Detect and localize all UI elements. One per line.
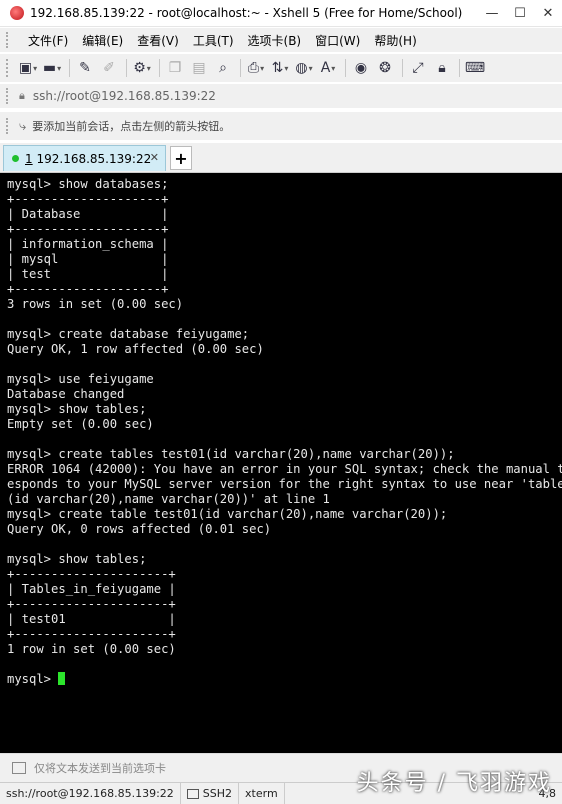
toolbar-separator bbox=[459, 59, 460, 77]
window-controls: — ☐ ✕ bbox=[478, 0, 562, 26]
compose-icon[interactable] bbox=[12, 762, 26, 774]
find-icon[interactable]: ⌕ bbox=[212, 57, 234, 79]
menu-grip[interactable] bbox=[6, 32, 11, 48]
hint-grip[interactable] bbox=[6, 118, 11, 134]
new-tab-button[interactable]: + bbox=[170, 146, 192, 170]
menu-window[interactable]: 窗口(W) bbox=[308, 32, 367, 49]
tab-close-icon[interactable]: ✕ bbox=[150, 151, 159, 164]
keyboard-icon[interactable]: ⌨ bbox=[464, 57, 486, 79]
connect-icon[interactable]: ✎ bbox=[74, 57, 96, 79]
close-icon[interactable]: ✕ bbox=[534, 0, 562, 26]
ssh-lock-icon bbox=[187, 789, 199, 799]
tab-label: 1 192.168.85.139:22 bbox=[25, 152, 151, 166]
transfer-icon[interactable]: ⇅ bbox=[269, 57, 291, 79]
toolbar: ▣ ▬ ✎ ✐ ⚙ ❐ ▤ ⌕ ⎙ ⇅ ◍ A ◉ ❂ ⤢ 🔒︎ ⌨ bbox=[0, 54, 562, 82]
terminal-area[interactable]: mysql> show databases; +----------------… bbox=[0, 173, 562, 753]
connected-status-icon bbox=[12, 155, 19, 162]
toolbar-grip[interactable] bbox=[6, 59, 11, 77]
status-protocol: SSH2 bbox=[181, 783, 239, 804]
terminal-prompt: mysql> bbox=[7, 672, 58, 686]
tab-session[interactable]: 1 192.168.85.139:22 ✕ bbox=[3, 145, 166, 171]
terminal-cursor bbox=[58, 672, 65, 685]
open-folder-icon[interactable]: ▬ bbox=[41, 57, 63, 79]
address-lock-icon: 🔒︎ bbox=[19, 89, 25, 103]
watermark-text: 头条号 / 飞羽游戏 bbox=[357, 765, 552, 797]
toolbar-separator bbox=[69, 59, 70, 77]
toolbar-separator bbox=[345, 59, 346, 77]
terminal-lines: mysql> show databases; +----------------… bbox=[7, 177, 562, 656]
menu-tools[interactable]: 工具(T) bbox=[186, 32, 241, 49]
add-session-arrow-icon[interactable]: ⤷ bbox=[19, 119, 26, 134]
address-input[interactable]: ssh://root@192.168.85.139:22 bbox=[33, 89, 216, 103]
tab-number: 1 bbox=[25, 152, 33, 166]
status-terminal-type: xterm bbox=[239, 783, 285, 804]
hint-text: 要添加当前会话，点击左侧的箭头按钮。 bbox=[32, 118, 230, 134]
globe-icon[interactable]: ◍ bbox=[293, 57, 315, 79]
window-title: 192.168.85.139:22 - root@localhost:~ - X… bbox=[30, 6, 462, 20]
menu-help[interactable]: 帮助(H) bbox=[367, 32, 423, 49]
status-connection: ssh://root@192.168.85.139:22 bbox=[0, 783, 181, 804]
xftp-icon[interactable]: ◉ bbox=[350, 57, 372, 79]
toolbar-separator bbox=[402, 59, 403, 77]
disconnect-icon[interactable]: ✐ bbox=[98, 57, 120, 79]
send-input[interactable]: 仅将文本发送到当前选项卡 bbox=[34, 760, 166, 776]
print-icon[interactable]: ⎙ bbox=[245, 57, 267, 79]
toolbar-separator bbox=[159, 59, 160, 77]
minimize-icon[interactable]: — bbox=[478, 0, 506, 26]
copy-icon[interactable]: ❐ bbox=[164, 57, 186, 79]
tab-bar: 1 192.168.85.139:22 ✕ + bbox=[0, 143, 562, 173]
status-protocol-text: SSH2 bbox=[203, 787, 232, 800]
toolbar-separator bbox=[126, 59, 127, 77]
address-bar: 🔒︎ ssh://root@192.168.85.139:22 bbox=[0, 84, 562, 108]
title-bar: 192.168.85.139:22 - root@localhost:~ - X… bbox=[0, 0, 562, 27]
tab-title: 192.168.85.139:22 bbox=[36, 152, 151, 166]
new-session-icon[interactable]: ▣ bbox=[17, 57, 39, 79]
menu-bar: 文件(F) 编辑(E) 查看(V) 工具(T) 选项卡(B) 窗口(W) 帮助(… bbox=[0, 28, 562, 52]
paste-icon[interactable]: ▤ bbox=[188, 57, 210, 79]
toolbar-separator bbox=[240, 59, 241, 77]
menu-edit[interactable]: 编辑(E) bbox=[75, 32, 130, 49]
address-grip[interactable] bbox=[6, 88, 11, 104]
script-icon[interactable]: ❂ bbox=[374, 57, 396, 79]
hint-bar: ⤷ 要添加当前会话，点击左侧的箭头按钮。 bbox=[0, 112, 562, 140]
properties-icon[interactable]: ⚙ bbox=[131, 57, 153, 79]
xshell-app-icon[interactable] bbox=[10, 6, 24, 20]
terminal-output: mysql> show databases; +----------------… bbox=[0, 173, 562, 687]
font-icon[interactable]: A bbox=[317, 57, 339, 79]
fullscreen-icon[interactable]: ⤢ bbox=[407, 57, 429, 79]
lock-icon[interactable]: 🔒︎ bbox=[431, 57, 453, 79]
menu-tabs[interactable]: 选项卡(B) bbox=[241, 32, 309, 49]
menu-view[interactable]: 查看(V) bbox=[130, 32, 186, 49]
menu-file[interactable]: 文件(F) bbox=[21, 32, 75, 49]
maximize-icon[interactable]: ☐ bbox=[506, 0, 534, 26]
